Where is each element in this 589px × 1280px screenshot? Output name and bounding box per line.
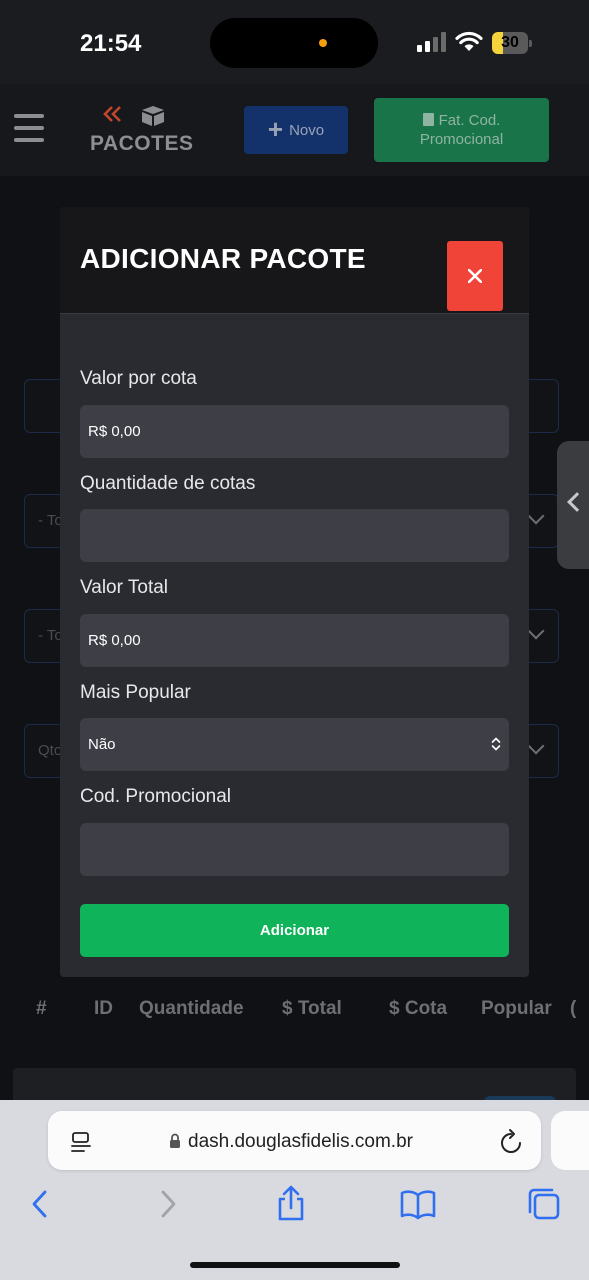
- promo-code-input[interactable]: [80, 823, 509, 876]
- new-button-label: Novo: [289, 121, 325, 139]
- battery-level: 30: [501, 34, 519, 51]
- battery-icon: 30: [492, 32, 532, 54]
- add-button[interactable]: Adicionar: [80, 904, 509, 957]
- status-bar: 21:54 30: [0, 0, 589, 84]
- column-header: (: [570, 998, 577, 1019]
- close-button[interactable]: [447, 241, 503, 311]
- quota-quantity-label: Quantidade de cotas: [80, 473, 256, 494]
- modal-header: ADICIONAR PACOTE: [60, 207, 529, 314]
- most-popular-label: Mais Popular: [80, 682, 191, 703]
- status-time: 21:54: [80, 30, 142, 57]
- close-icon: [468, 269, 482, 283]
- promo-button-label-2: Promocional: [419, 131, 504, 148]
- background-filter-text-3: Qto: [38, 742, 63, 759]
- table-header: # ID Quantidade $ Total $ Cota Popular (: [0, 998, 589, 1028]
- column-header: $ Total: [282, 998, 342, 1019]
- share-icon[interactable]: [276, 1184, 306, 1222]
- logo-icon: [103, 106, 164, 126]
- column-header: ID: [94, 998, 113, 1019]
- promo-code-billing-button[interactable]: Fat. Cod. Promocional: [374, 98, 549, 162]
- privacy-indicator: [319, 39, 327, 47]
- total-value-input[interactable]: R$ 0,00: [80, 614, 509, 667]
- app-header: PACOTES + Novo Fat. Cod. Promocional: [0, 84, 589, 176]
- chevron-left-icon: [567, 492, 587, 512]
- plus-icon: +: [267, 114, 284, 144]
- browser-toolbar: dash.douglasfidelis.com.br: [0, 1100, 589, 1280]
- menu-icon[interactable]: [14, 114, 44, 142]
- most-popular-value: Não: [88, 736, 116, 753]
- new-package-button[interactable]: + Novo: [244, 106, 348, 154]
- page-title: PACOTES: [90, 132, 194, 155]
- reload-icon[interactable]: [499, 1128, 523, 1154]
- cellular-signal-icon: [417, 32, 447, 52]
- add-package-modal: ADICIONAR PACOTE Valor por cota R$ 0,00 …: [60, 207, 529, 977]
- document-icon: [422, 113, 434, 126]
- select-arrows-icon: [491, 737, 501, 751]
- column-header: #: [36, 998, 47, 1019]
- column-header: Quantidade: [139, 998, 244, 1019]
- back-icon[interactable]: [30, 1188, 50, 1220]
- quota-quantity-input[interactable]: [80, 509, 509, 562]
- wifi-icon: [455, 31, 483, 51]
- total-value-label: Valor Total: [80, 577, 169, 598]
- dynamic-island: [210, 18, 378, 68]
- lock-icon: [170, 1133, 180, 1148]
- price-per-quota-label: Valor por cota: [80, 368, 197, 389]
- promo-code-label: Cod. Promocional: [80, 786, 232, 807]
- page-menu-icon[interactable]: [70, 1131, 92, 1153]
- column-header: Popular: [481, 998, 552, 1019]
- column-header: $ Cota: [389, 998, 448, 1019]
- url-text: dash.douglasfidelis.com.br: [188, 1131, 413, 1152]
- forward-icon[interactable]: [158, 1188, 178, 1220]
- bookmarks-icon[interactable]: [400, 1188, 436, 1220]
- price-per-quota-input[interactable]: R$ 0,00: [80, 405, 509, 458]
- tabs-icon[interactable]: [526, 1186, 562, 1222]
- most-popular-select[interactable]: Não: [80, 718, 509, 771]
- modal-title: ADICIONAR PACOTE: [80, 243, 366, 274]
- side-drawer-tab[interactable]: [557, 441, 589, 569]
- promo-button-label-1: Fat. Cod.: [438, 112, 501, 129]
- home-indicator: [190, 1262, 400, 1268]
- next-tab-preview[interactable]: [551, 1111, 589, 1170]
- address-bar[interactable]: dash.douglasfidelis.com.br: [48, 1111, 541, 1170]
